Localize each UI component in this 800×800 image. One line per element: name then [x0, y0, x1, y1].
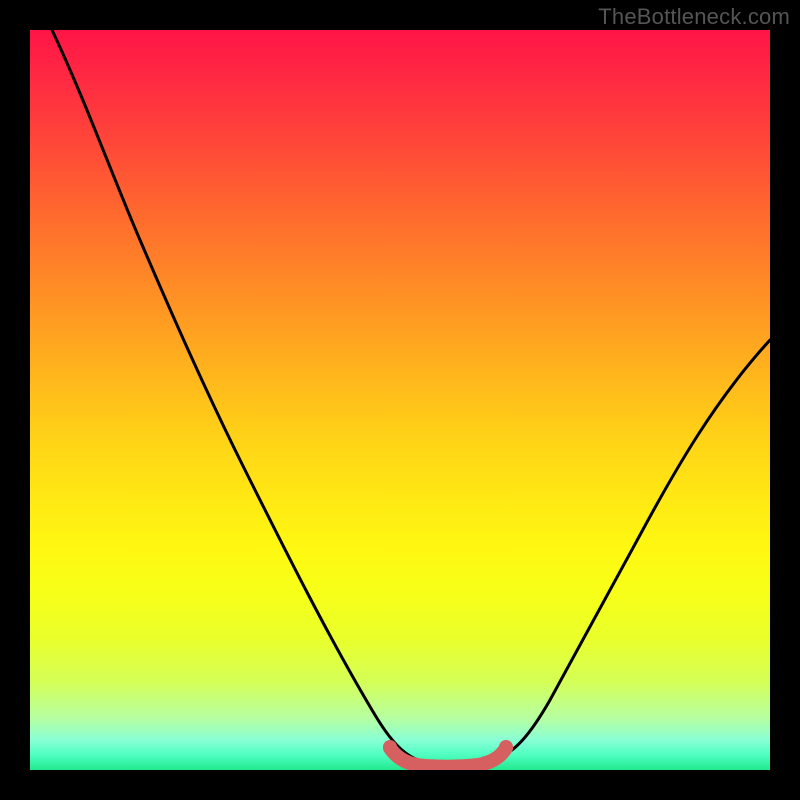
watermark-text: TheBottleneck.com — [598, 4, 790, 30]
plot-area — [30, 30, 770, 770]
chart-frame: TheBottleneck.com — [0, 0, 800, 800]
bottleneck-curve — [30, 30, 770, 770]
curve-path — [52, 30, 770, 765]
vertex-left-dot — [383, 740, 397, 754]
vertex-marker — [390, 748, 506, 767]
vertex-right-dot — [499, 740, 513, 754]
